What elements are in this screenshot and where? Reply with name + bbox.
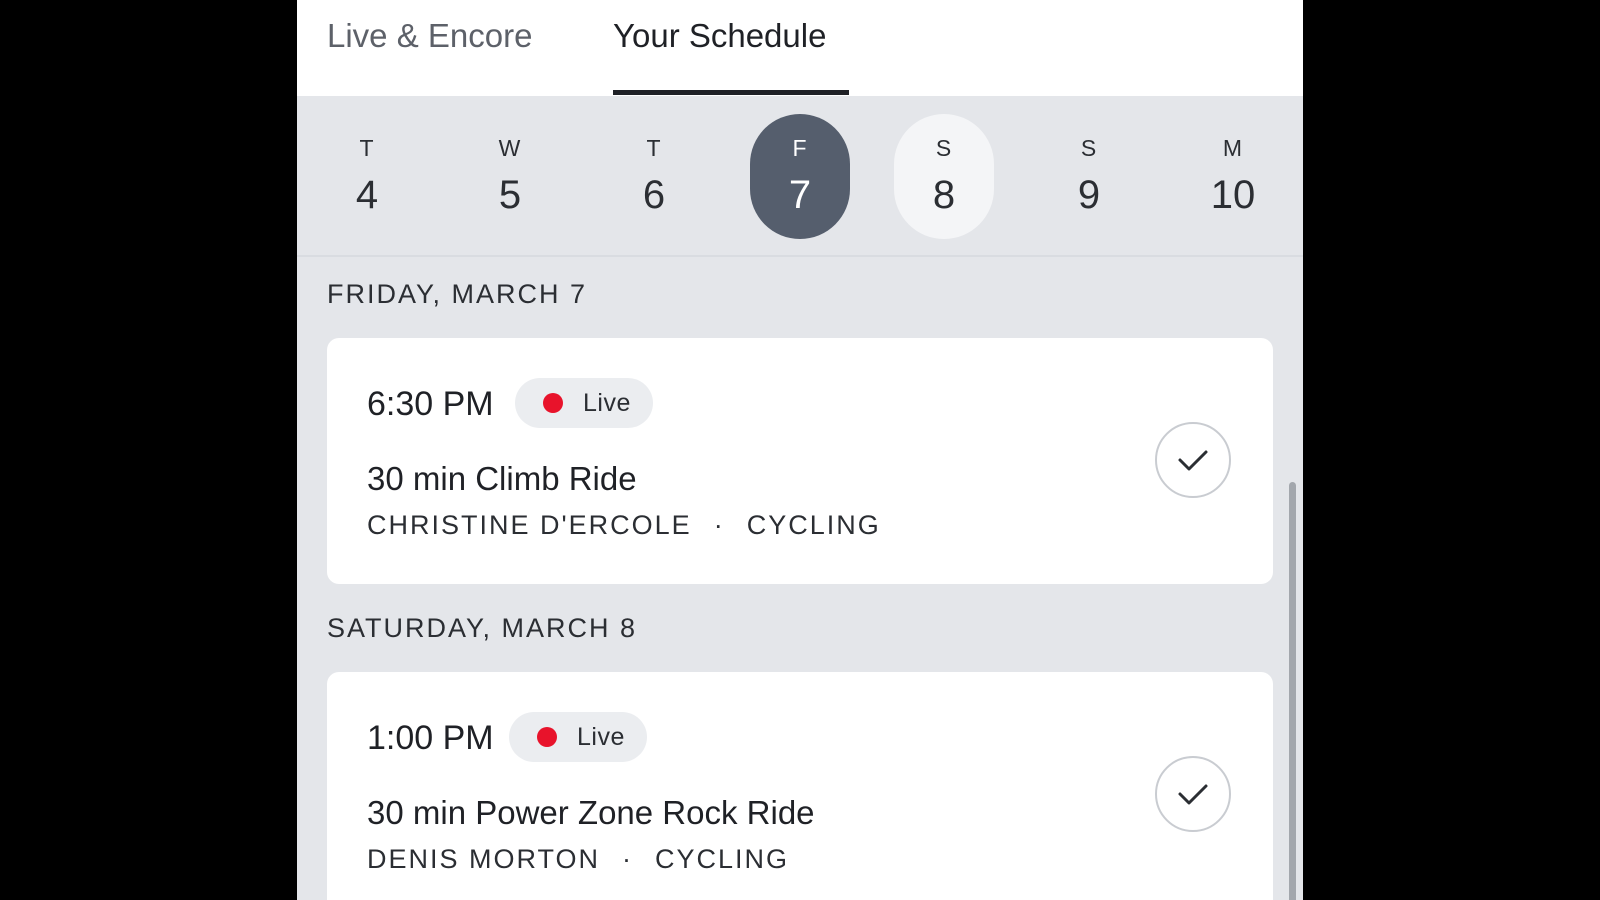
class-title: 30 min Climb Ride	[367, 460, 637, 497]
live-badge-label: Live	[577, 723, 625, 751]
checkmark-icon	[1178, 784, 1208, 805]
booked-toggle-button[interactable]	[1155, 756, 1231, 832]
day-item-highlighted[interactable]: S 8	[894, 114, 994, 239]
live-dot-icon	[537, 727, 557, 747]
section-date-heading: SATURDAY, MARCH 8	[327, 613, 638, 643]
class-card[interactable]: 1:00 PM Live 30 min Power Zone Rock Ride…	[327, 672, 1273, 900]
class-title: 30 min Power Zone Rock Ride	[367, 794, 815, 831]
discipline-label: CYCLING	[655, 844, 790, 874]
day-number: 7	[788, 173, 812, 217]
tab-bar: Live & Encore Your Schedule	[297, 0, 1303, 96]
day-of-week-label: S	[1080, 135, 1098, 161]
schedule-screen: Live & Encore Your Schedule T 4 W 5 T 6 …	[297, 0, 1303, 900]
day-number: 9	[1077, 173, 1101, 217]
live-badge-label: Live	[583, 389, 631, 417]
day-of-week-label: W	[498, 135, 522, 161]
day-item[interactable]: T 6	[604, 114, 704, 239]
live-badge: Live	[515, 378, 653, 428]
discipline-label: CYCLING	[746, 510, 881, 540]
day-number: 5	[498, 173, 522, 217]
day-item[interactable]: S 9	[1039, 114, 1139, 239]
day-item-selected[interactable]: F 7	[750, 114, 850, 239]
day-number: 4	[355, 173, 379, 217]
day-of-week-label: T	[646, 135, 662, 161]
section-date-heading: FRIDAY, MARCH 7	[327, 279, 588, 309]
vertical-scrollbar[interactable]	[1289, 482, 1296, 900]
class-start-time: 6:30 PM	[367, 385, 494, 423]
day-of-week-label: F	[792, 135, 808, 161]
tab-your-schedule[interactable]: Your Schedule	[613, 14, 826, 58]
meta-separator: ·	[713, 510, 725, 540]
class-start-time: 1:00 PM	[367, 719, 494, 757]
day-number: 10	[1210, 173, 1256, 217]
active-tab-indicator	[613, 90, 849, 95]
day-of-week-label: M	[1222, 135, 1244, 161]
class-meta: DENIS MORTON · CYCLING	[367, 842, 789, 876]
day-of-week-label: T	[359, 135, 375, 161]
live-dot-icon	[543, 393, 563, 413]
instructor-name: DENIS MORTON	[367, 844, 601, 874]
class-card[interactable]: 6:30 PM Live 30 min Climb Ride CHRISTINE…	[327, 338, 1273, 584]
meta-separator: ·	[622, 844, 634, 874]
live-badge: Live	[509, 712, 647, 762]
day-item[interactable]: W 5	[460, 114, 560, 239]
day-item[interactable]: M 10	[1183, 114, 1283, 239]
day-number: 8	[932, 173, 956, 217]
class-meta: CHRISTINE D'ERCOLE · CYCLING	[367, 508, 881, 542]
booked-toggle-button[interactable]	[1155, 422, 1231, 498]
date-picker-strip: T 4 W 5 T 6 F 7 S 8 S 9 M 10	[297, 96, 1303, 257]
tab-live-and-encore[interactable]: Live & Encore	[327, 14, 532, 58]
instructor-name: CHRISTINE D'ERCOLE	[367, 510, 692, 540]
day-number: 6	[642, 173, 666, 217]
day-of-week-label: S	[935, 135, 953, 161]
checkmark-icon	[1178, 450, 1208, 471]
day-item[interactable]: T 4	[317, 114, 417, 239]
